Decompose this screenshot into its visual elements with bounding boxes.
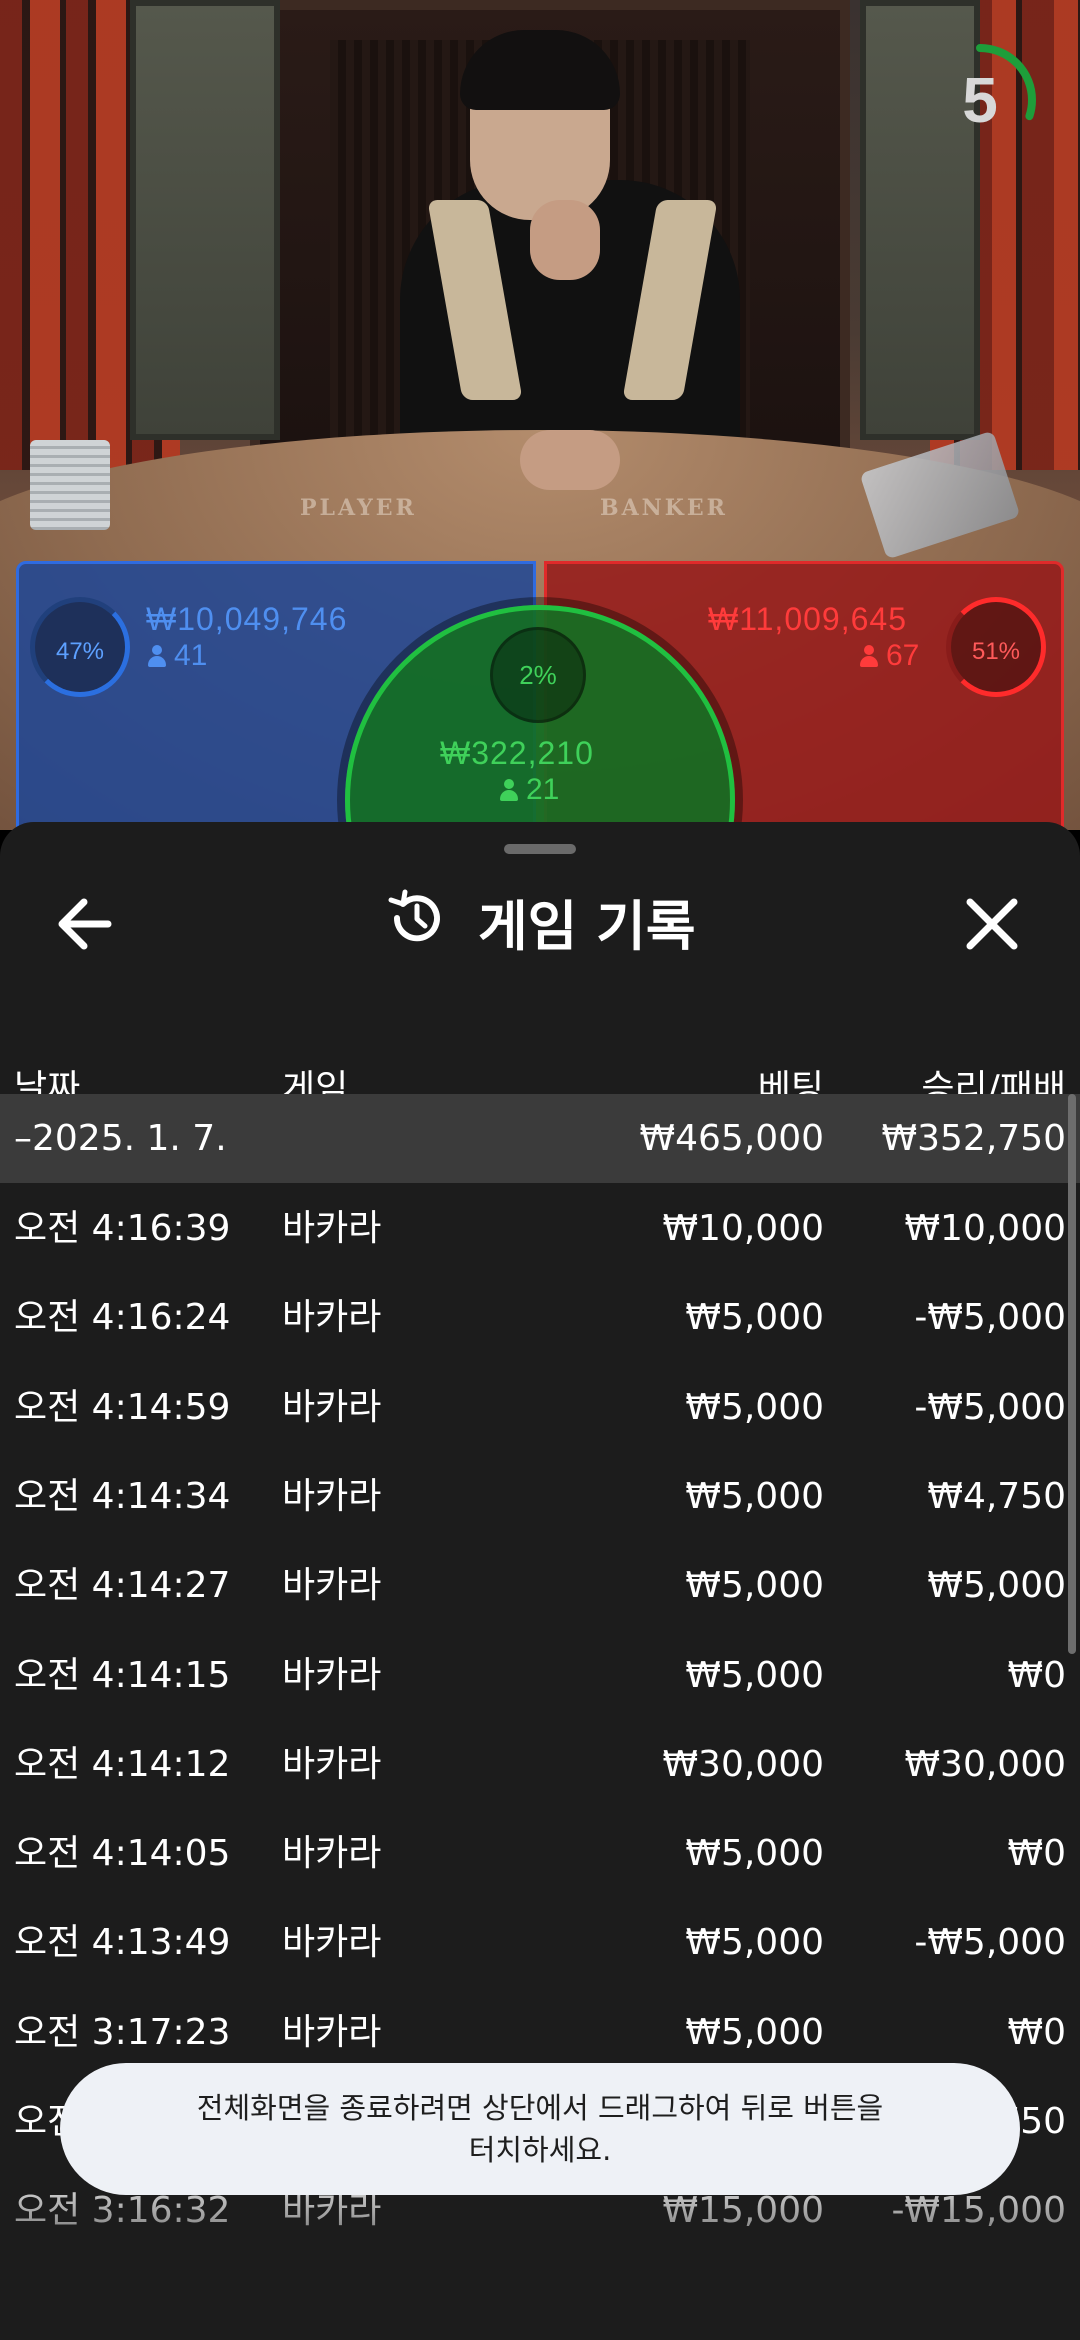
row-time: 오전 4:14:27 [14,1565,231,1607]
row-result: ₩5,000 [927,1565,1066,1607]
row-time: 오전 4:14:34 [14,1475,231,1517]
row-result: ₩0 [1007,1654,1067,1696]
person-icon [500,779,518,801]
row-game: 바카라 [282,1475,382,1517]
row-game: 바카라 [282,1833,382,1875]
player-percent-ring: 47% [30,597,130,697]
player-amount: ₩10,049,746 [146,601,348,637]
row-result: ₩0 [1007,1833,1067,1875]
close-button[interactable] [952,884,1032,964]
row-time: 오전 4:14:12 [14,1743,231,1785]
row-time: 오전 4:16:24 [14,1297,231,1339]
row-result: -₩5,000 [914,1922,1066,1964]
row-time: 오전 4:13:49 [14,1922,231,1964]
date-group-row[interactable]: –2025. 1. 7. ₩465,000 ₩352,750 [0,1094,1080,1183]
group-result-total: ₩352,750 [881,1118,1066,1159]
history-row[interactable]: 오전 4:16:39 바카라 ₩10,000 ₩10,000 [0,1184,1080,1273]
player-count-wrap: 41 [148,639,207,673]
row-bet: ₩5,000 [685,1565,824,1607]
banker-amount: ₩11,009,645 [708,601,907,637]
row-game: 바카라 [282,1922,382,1964]
back-button[interactable] [50,884,130,964]
tie-count-wrap: 21 [500,773,559,807]
row-bet: ₩10,000 [662,1208,824,1249]
player-count: 41 [174,639,208,672]
sheet-title: 게임 기록 [478,895,696,958]
row-game: 바카라 [282,1654,382,1696]
history-row[interactable]: 오전 4:14:12 바카라 ₩30,000 ₩30,000 [0,1720,1080,1809]
row-game: 바카라 [282,1743,382,1785]
toast-line-2: 터치하세요. [468,2133,612,2167]
row-time: 오전 4:14:15 [14,1654,231,1696]
tie-percent-ring: 2% [490,627,586,723]
countdown-timer: 5 [920,40,1040,160]
row-result: ₩0 [1007,2011,1067,2053]
dealer-hand [530,200,600,280]
row-result: -₩5,000 [914,1386,1066,1428]
table-banker-label: BANKER [600,495,728,521]
row-bet: ₩5,000 [685,1922,824,1964]
row-result: ₩4,750 [927,1475,1066,1517]
row-bet: ₩5,000 [685,1386,824,1428]
row-time: 오전 4:14:05 [14,1833,231,1875]
row-bet: ₩5,000 [685,1297,824,1339]
history-row[interactable]: 오전 4:16:24 바카라 ₩5,000 -₩5,000 [0,1273,1080,1362]
wall-panel-left [130,0,280,440]
close-icon [966,898,1018,950]
tie-percent: 2% [519,660,557,690]
row-bet: ₩5,000 [685,1833,824,1875]
group-date: –2025. 1. 7. [14,1118,227,1159]
player-percent: 47% [55,638,105,665]
row-game: 바카라 [282,1208,382,1249]
history-row[interactable]: 오전 4:14:15 바카라 ₩5,000 ₩0 [0,1631,1080,1720]
history-row[interactable]: 오전 4:14:59 바카라 ₩5,000 -₩5,000 [0,1363,1080,1452]
table-player-label: PLAYER [300,495,417,521]
row-bet: ₩5,000 [685,1654,824,1696]
person-icon [148,645,166,667]
chip-stack [30,440,110,530]
row-result: ₩30,000 [904,1743,1066,1785]
history-icon [388,889,440,942]
tie-amount: ₩322,210 [440,735,594,771]
history-row[interactable]: 오전 4:13:49 바카라 ₩5,000 -₩5,000 [0,1898,1080,1987]
row-game: 바카라 [282,1297,382,1339]
tie-count: 21 [526,773,560,806]
row-bet: ₩30,000 [662,1743,824,1785]
banker-count: 67 [886,639,920,672]
banker-percent: 51% [971,638,1021,665]
arrow-left-icon [58,898,112,950]
bet-board: 47% ₩10,049,746 41 51% ₩11,009,645 67 2%… [0,555,1080,995]
dealer-hand [520,430,620,490]
fullscreen-exit-toast: 전체화면을 종료하려면 상단에서 드래그하여 뒤로 버튼을 터치하세요. [60,2063,1020,2195]
timer-value: 5 [962,64,998,136]
history-row[interactable]: 오전 4:14:34 바카라 ₩5,000 ₩4,750 [0,1452,1080,1541]
group-bet-total: ₩465,000 [639,1118,824,1159]
scrollbar[interactable] [1068,1094,1076,1654]
toast-line-1: 전체화면을 종료하려면 상단에서 드래그하여 뒤로 버튼을 [196,2091,884,2125]
row-result: -₩5,000 [914,1297,1066,1339]
row-game: 바카라 [282,1386,382,1428]
history-row[interactable]: 오전 4:14:27 바카라 ₩5,000 ₩5,000 [0,1541,1080,1630]
banker-percent-ring: 51% [946,597,1046,697]
person-icon [860,645,878,667]
row-game: 바카라 [282,1565,382,1607]
drag-handle[interactable] [504,844,576,854]
row-bet: ₩5,000 [685,1475,824,1517]
row-time: 오전 4:14:59 [14,1386,231,1428]
history-row[interactable]: 오전 4:14:05 바카라 ₩5,000 ₩0 [0,1809,1080,1898]
banker-count-wrap: 67 [860,639,919,673]
row-result: ₩10,000 [904,1208,1066,1249]
row-time: 오전 4:16:39 [14,1208,231,1249]
